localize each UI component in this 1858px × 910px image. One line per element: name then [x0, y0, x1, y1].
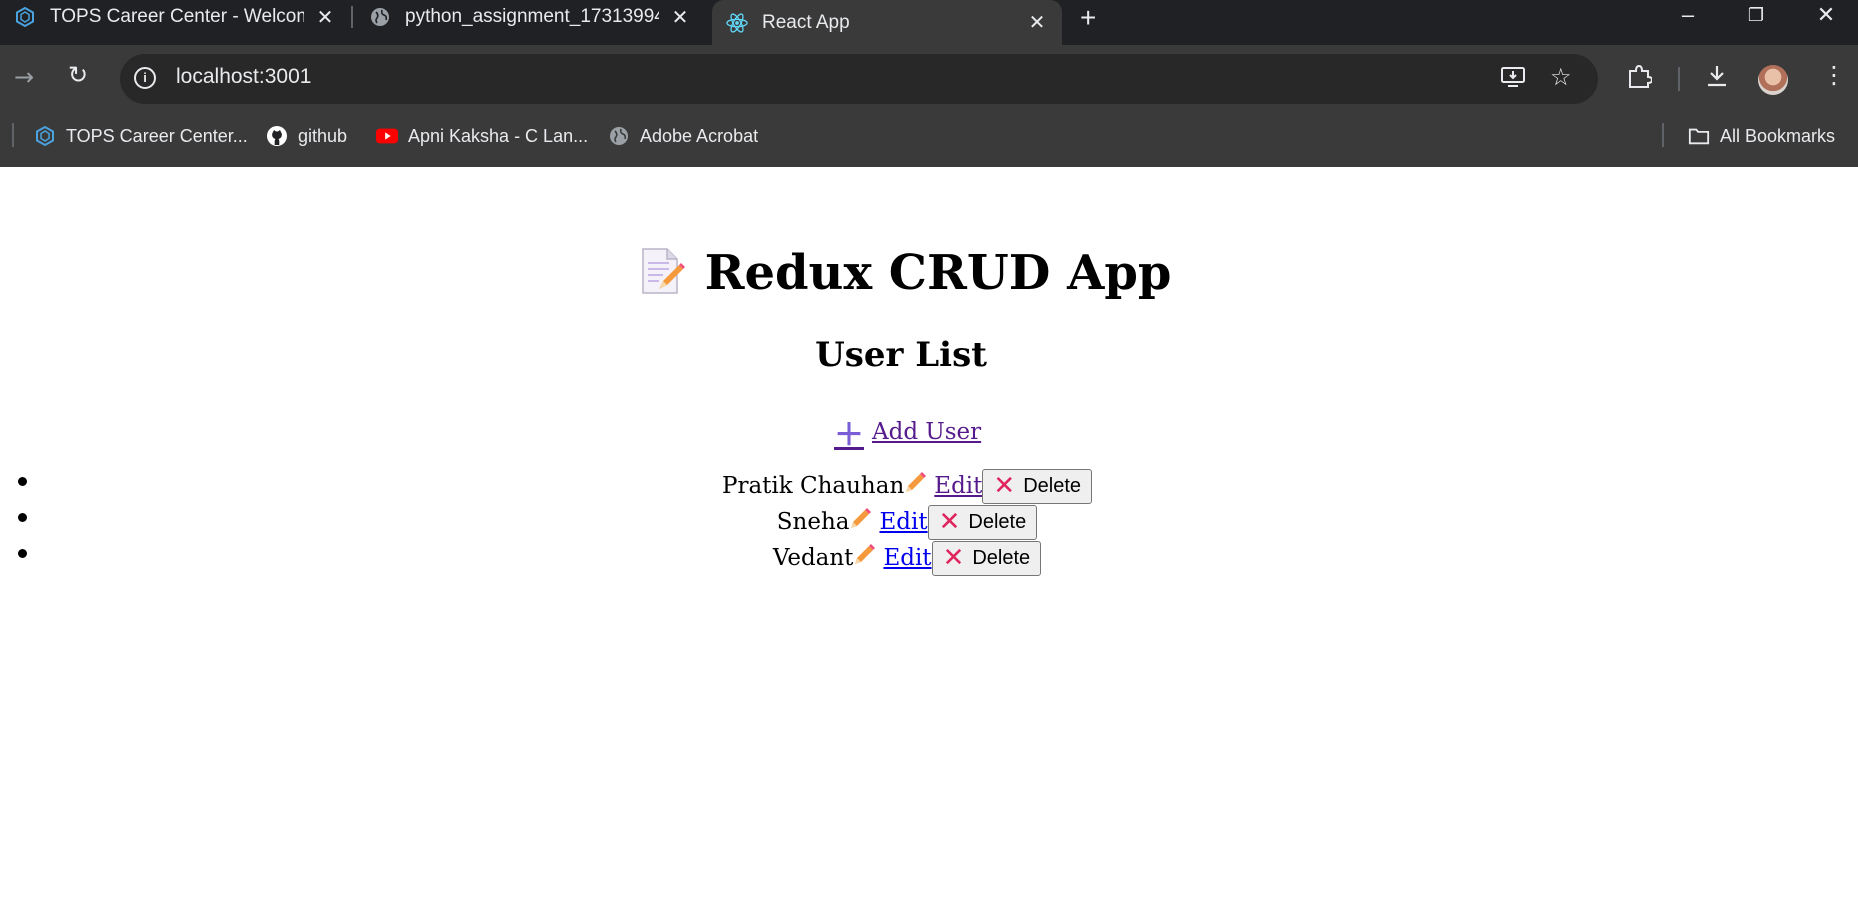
folder-icon — [1688, 125, 1710, 147]
tab-react-app[interactable]: React App ✕ — [712, 0, 1062, 45]
app-title: Redux CRUD App — [0, 245, 1810, 307]
edit-link[interactable]: Edit — [849, 508, 928, 536]
minimize-icon[interactable]: – — [1668, 0, 1708, 30]
address-bar[interactable]: i localhost:3001 ☆ — [120, 54, 1598, 104]
tab-divider — [351, 6, 353, 28]
bookmark-apni-kaksha[interactable]: Apni Kaksha - C Lan... — [376, 125, 588, 147]
pencil-icon — [849, 508, 872, 536]
bookmark-github[interactable]: github — [266, 125, 347, 147]
delete-label: Delete — [972, 546, 1031, 569]
delete-label: Delete — [968, 510, 1027, 533]
edit-link[interactable]: Edit — [853, 544, 932, 572]
tab-title: python_assignment_1731399487 — [405, 6, 659, 27]
reload-icon[interactable]: ↻ — [68, 61, 88, 89]
react-logo-icon — [726, 12, 748, 34]
list-bullet — [18, 513, 27, 522]
globe-icon — [369, 6, 391, 28]
tab-python-assignment[interactable]: python_assignment_1731399487 ✕ — [355, 0, 705, 34]
bookmark-label: Adobe Acrobat — [640, 125, 759, 146]
tops-logo-icon — [34, 125, 56, 147]
list-bullet — [18, 549, 27, 558]
pencil-icon — [853, 544, 876, 572]
browser-toolbar: → ↻ i localhost:3001 ☆ ⋮ — [0, 45, 1858, 115]
delete-label: Delete — [1023, 474, 1082, 497]
youtube-icon — [376, 125, 398, 147]
edit-label: Edit — [934, 473, 983, 499]
site-info-icon[interactable]: i — [134, 67, 156, 89]
bookmarks-bar: TOPS Career Center... github Apni Kaksha… — [0, 115, 1858, 167]
user-list: Pratik Chauhan Edit ✕ Delete Sneha Edit — [0, 468, 1858, 576]
app-title-text: Redux CRUD App — [704, 245, 1172, 301]
bookmark-tops[interactable]: TOPS Career Center... — [34, 125, 248, 147]
delete-button[interactable]: ✕ Delete — [927, 504, 1038, 540]
plus-icon: ＋ — [834, 418, 864, 453]
tab-title: TOPS Career Center - Welcome — [50, 6, 304, 27]
add-user-label: Add User — [872, 419, 982, 445]
delete-button[interactable]: ✕ Delete — [931, 540, 1042, 576]
user-name: Vedant — [772, 545, 854, 571]
restore-icon[interactable]: ❐ — [1736, 0, 1776, 30]
list-item: Vedant Edit ✕ Delete — [0, 540, 1858, 576]
tab-title: React App — [762, 11, 850, 33]
all-bookmarks-label: All Bookmarks — [1720, 125, 1836, 146]
window-close-icon[interactable]: ✕ — [1806, 0, 1846, 30]
install-app-icon[interactable] — [1500, 65, 1526, 95]
star-icon[interactable]: ☆ — [1550, 63, 1572, 91]
menu-icon[interactable]: ⋮ — [1822, 61, 1846, 89]
delete-x-icon: ✕ — [942, 543, 965, 573]
bookmarks-divider — [12, 123, 14, 147]
page-content: Redux CRUD App User List ＋ Add User Prat… — [0, 167, 1858, 910]
profile-avatar[interactable] — [1758, 65, 1788, 95]
memo-icon — [639, 247, 685, 307]
toolbar-divider — [1678, 67, 1680, 91]
user-name: Pratik Chauhan — [721, 473, 905, 499]
all-bookmarks-button[interactable]: All Bookmarks — [1688, 125, 1835, 147]
bookmark-label: github — [298, 125, 348, 146]
bookmark-label: Apni Kaksha - C Lan... — [408, 125, 589, 146]
user-name: Sneha — [776, 509, 850, 535]
address-url[interactable]: localhost:3001 — [176, 65, 311, 89]
extensions-icon[interactable] — [1626, 63, 1654, 95]
edit-label: Edit — [879, 509, 928, 535]
list-item: Sneha Edit ✕ Delete — [0, 504, 1858, 540]
browser-chrome: TOPS Career Center - Welcome ✕ python_as… — [0, 0, 1858, 167]
list-bullet — [18, 477, 27, 486]
list-item: Pratik Chauhan Edit ✕ Delete — [0, 468, 1858, 504]
close-icon[interactable]: ✕ — [314, 5, 336, 30]
delete-x-icon: ✕ — [938, 507, 961, 537]
forward-arrow-icon[interactable]: → — [14, 63, 34, 91]
user-list-title: User List — [815, 335, 987, 375]
tops-logo-icon — [14, 6, 36, 28]
tab-strip: TOPS Career Center - Welcome ✕ python_as… — [0, 0, 1858, 45]
globe-icon — [608, 125, 630, 147]
bookmark-adobe-acrobat[interactable]: Adobe Acrobat — [608, 125, 758, 147]
pencil-icon — [904, 472, 927, 500]
add-user-link[interactable]: ＋ Add User — [834, 410, 981, 454]
new-tab-button[interactable]: + — [1080, 2, 1096, 34]
delete-button[interactable]: ✕ Delete — [982, 468, 1093, 504]
close-icon[interactable]: ✕ — [669, 5, 691, 30]
close-icon[interactable]: ✕ — [1026, 10, 1048, 35]
tab-tops[interactable]: TOPS Career Center - Welcome ✕ — [0, 0, 350, 34]
bookmark-label: TOPS Career Center... — [66, 125, 248, 146]
download-icon[interactable] — [1704, 63, 1730, 95]
edit-link[interactable]: Edit — [904, 472, 982, 500]
delete-x-icon: ✕ — [993, 471, 1016, 501]
github-icon — [266, 125, 288, 147]
edit-label: Edit — [883, 545, 932, 571]
bookmarks-divider — [1662, 123, 1664, 147]
